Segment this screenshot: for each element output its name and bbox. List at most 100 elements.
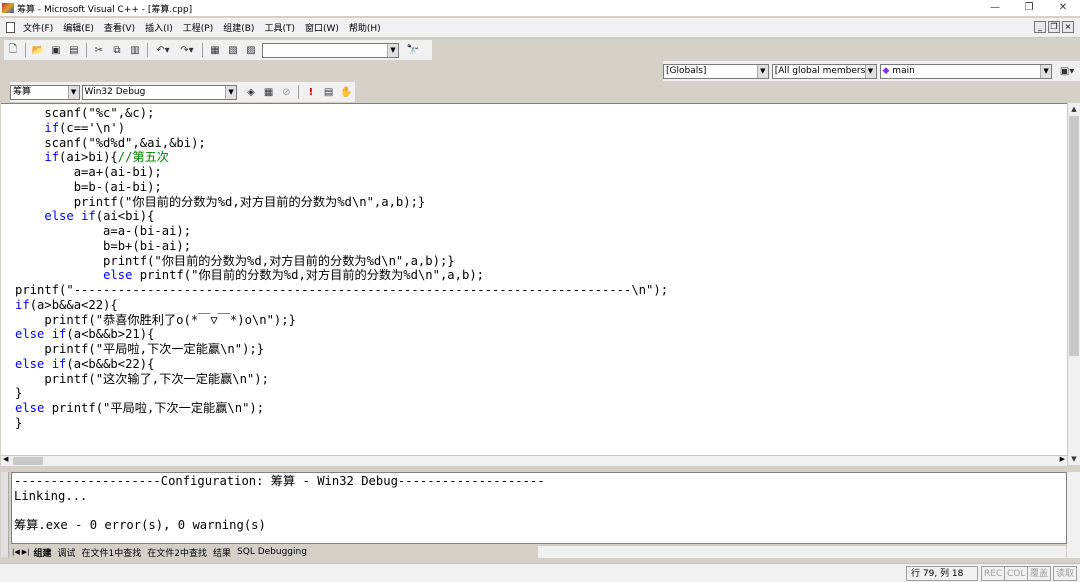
redo-icon[interactable]: ↷▾ (176, 42, 198, 58)
save-icon[interactable]: ▣ (48, 42, 64, 58)
project-combo[interactable]: 筹算 ▼ (10, 84, 80, 100)
output-window-icon[interactable]: ▧ (225, 42, 241, 58)
scroll-down-icon[interactable]: ▼ (1068, 453, 1080, 465)
doc-restore-button[interactable]: ❐ (1048, 21, 1060, 33)
compile-icon[interactable]: ◈ (243, 84, 259, 100)
chevron-down-icon[interactable]: ▼ (387, 43, 398, 57)
app-icon (2, 3, 14, 13)
output-text: --------------------Configuration: 筹算 - … (12, 473, 1066, 533)
build-toolbar: 筹算 ▼ Win32 Debug ▼ ◈ ▦ ⊘ ! ▤ ✋ (10, 82, 355, 102)
menu-view[interactable]: 查看(V) (99, 21, 140, 34)
wizard-bar: [Globals] ▼ [All global members ▼ ◆ main… (663, 61, 1080, 81)
members-combo[interactable]: [All global members ▼ (771, 63, 877, 79)
tab-find-in-files-2[interactable]: 在文件2中查找 (144, 546, 210, 559)
rec-indicator: REC (981, 566, 1006, 581)
editor-horizontal-scrollbar[interactable]: ◀ ▶ (1, 455, 1067, 466)
tab-sql-debugging[interactable]: SQL Debugging (234, 547, 310, 557)
code-editor[interactable]: scanf("%c",&c); if(c=='\n') scanf("%d%d"… (1, 103, 1067, 455)
execute-icon[interactable]: ! (303, 84, 319, 100)
stop-build-icon[interactable]: ⊘ (278, 84, 294, 100)
function-icon: ◆ (882, 65, 890, 76)
paste-icon[interactable]: ▥ (127, 42, 143, 58)
scroll-thumb[interactable] (13, 457, 43, 465)
output-vertical-scrollbar[interactable] (1067, 472, 1080, 558)
tab-debug[interactable]: 调试 (55, 546, 79, 559)
function-combo[interactable]: ◆ main ▼ (879, 63, 1053, 79)
new-text-file-icon[interactable]: 🗋 (5, 42, 21, 58)
tab-find-in-files-1[interactable]: 在文件1中查找 (79, 546, 145, 559)
tab-build[interactable]: 组建 (31, 546, 55, 559)
window-list-icon[interactable]: ▨ (243, 42, 259, 58)
close-button[interactable]: ✕ (1046, 0, 1080, 16)
tab-scroll-left-icon[interactable]: |◀ (11, 548, 21, 556)
menu-help[interactable]: 帮助(H) (344, 21, 386, 34)
read-indicator: 读取 (1053, 566, 1078, 581)
scroll-thumb[interactable] (1069, 116, 1079, 356)
overwrite-indicator: 覆盖 (1027, 566, 1052, 581)
output-line: 筹算.exe - 0 error(s), 0 warning(s) (14, 518, 266, 533)
project-combo-value: 筹算 (13, 86, 32, 97)
standard-toolbar: 🗋 📂 ▣ ▤ ✂ ⧉ ▥ ↶▾ ↷▾ ▦ ▧ ▨ ▼ 🔭 (4, 40, 432, 60)
copy-icon[interactable]: ⧉ (109, 42, 125, 58)
menu-insert[interactable]: 插入(I) (140, 21, 178, 34)
output-dock-grip[interactable] (1, 472, 9, 557)
toolbar-separator (202, 43, 203, 57)
scroll-right-icon[interactable]: ▶ (1060, 455, 1065, 463)
members-combo-value: [All global members (774, 65, 866, 76)
document-icon[interactable] (6, 22, 15, 33)
insert-breakpoint-icon[interactable]: ✋ (338, 84, 354, 100)
class-combo-value: [Globals] (666, 65, 707, 76)
menu-bar: 文件(F) 编辑(E) 查看(V) 插入(I) 工程(P) 组建(B) 工具(T… (0, 18, 1080, 38)
go-icon[interactable]: ▤ (321, 84, 337, 100)
source-code: scanf("%c",&c); if(c=='\n') scanf("%d%d"… (15, 106, 669, 430)
toolbar-separator (147, 43, 148, 57)
doc-minimize-button[interactable]: _ (1034, 21, 1046, 33)
editor-vertical-scrollbar[interactable]: ▲ ▼ (1067, 103, 1080, 465)
menu-edit[interactable]: 编辑(E) (58, 21, 99, 34)
doc-close-button[interactable]: × (1062, 21, 1074, 33)
chevron-down-icon[interactable]: ▼ (1040, 64, 1052, 78)
scroll-left-icon[interactable]: ◀ (3, 455, 8, 463)
window-title: 筹算 - Microsoft Visual C++ - [筹算.cpp] (17, 4, 193, 15)
toolbar-separator (25, 43, 26, 57)
menu-window[interactable]: 窗口(W) (300, 21, 344, 34)
menu-file[interactable]: 文件(F) (18, 21, 58, 34)
output-window[interactable]: --------------------Configuration: 筹算 - … (11, 472, 1067, 544)
wizard-actions-icon[interactable]: ▣▾ (1055, 63, 1079, 79)
menu-build[interactable]: 组建(B) (218, 21, 259, 34)
workspace-icon[interactable]: ▦ (207, 42, 223, 58)
find-combo[interactable]: ▼ (262, 42, 399, 58)
col-indicator: COL (1004, 566, 1029, 581)
minimize-button[interactable]: — (978, 0, 1012, 16)
function-combo-value: main (892, 65, 915, 76)
save-all-icon[interactable]: ▤ (66, 42, 82, 58)
output-horizontal-scrollbar[interactable] (538, 545, 1066, 558)
open-folder-icon[interactable]: 📂 (30, 42, 46, 58)
title-bar: 筹算 - Microsoft Visual C++ - [筹算.cpp] — ❐… (0, 0, 1080, 16)
document-window-controls: _ ❐ × (1034, 21, 1074, 33)
toolbar-separator (298, 85, 300, 99)
find-in-files-icon[interactable]: 🔭 (405, 42, 421, 58)
menu-tools[interactable]: 工具(T) (259, 21, 300, 34)
output-tabs: |◀ ▶| 组建 调试 在文件1中查找 在文件2中查找 结果 SQL Debug… (11, 545, 536, 559)
chevron-down-icon[interactable]: ▼ (67, 85, 79, 99)
class-combo[interactable]: [Globals] ▼ (663, 63, 769, 79)
cut-icon[interactable]: ✂ (91, 42, 107, 58)
tab-scroll-right-icon[interactable]: ▶| (21, 548, 31, 556)
chevron-down-icon[interactable]: ▼ (225, 85, 237, 99)
cursor-position: 行 79, 列 18 (906, 566, 978, 581)
chevron-down-icon[interactable]: ▼ (756, 64, 768, 78)
chevron-down-icon[interactable]: ▼ (864, 64, 876, 78)
output-line: --------------------Configuration: 筹算 - … (14, 474, 545, 488)
scroll-up-icon[interactable]: ▲ (1068, 103, 1080, 115)
restore-button[interactable]: ❐ (1012, 0, 1046, 16)
configuration-combo[interactable]: Win32 Debug ▼ (81, 84, 238, 100)
output-line: Linking... (14, 488, 88, 503)
tab-results[interactable]: 结果 (210, 546, 234, 559)
configuration-combo-value: Win32 Debug (84, 86, 146, 97)
build-icon[interactable]: ▦ (261, 84, 277, 100)
menu-project[interactable]: 工程(P) (178, 21, 218, 34)
undo-icon[interactable]: ↶▾ (152, 42, 174, 58)
toolbar-separator (86, 43, 87, 57)
status-bar: 行 79, 列 18 REC COL 覆盖 读取 (0, 563, 1080, 582)
